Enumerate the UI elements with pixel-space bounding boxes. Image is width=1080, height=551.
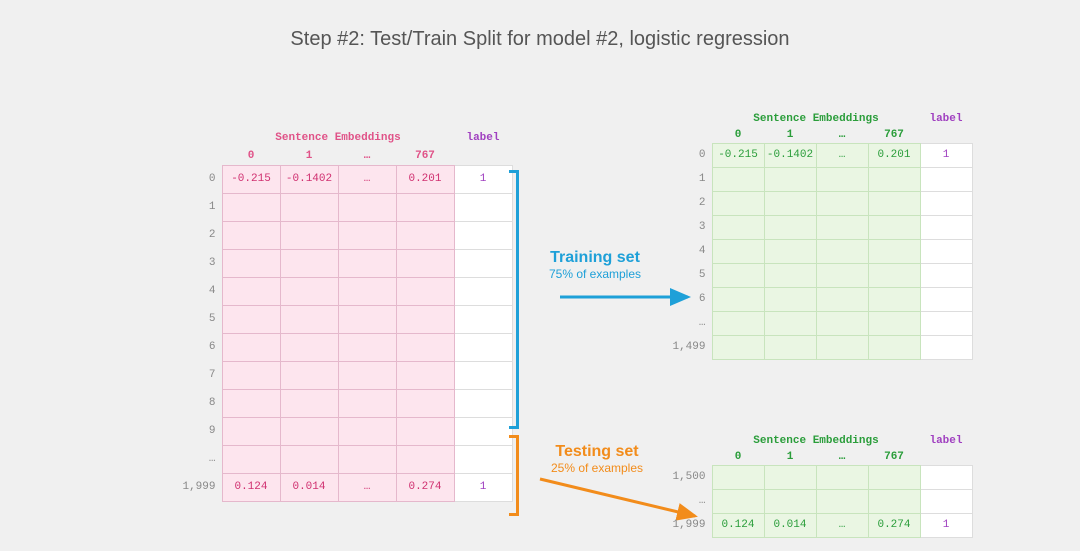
training-table: Sentence Embeddings label 0 1 … 767 0 -0… bbox=[670, 111, 973, 360]
label-header: label bbox=[920, 433, 972, 449]
testing-set-label: Testing set 25% of examples bbox=[522, 443, 672, 475]
embeddings-header: Sentence Embeddings bbox=[222, 129, 454, 147]
table-row: 2 bbox=[670, 191, 972, 215]
label-header: label bbox=[920, 111, 972, 127]
label-header: label bbox=[454, 129, 512, 147]
table-row: … bbox=[670, 489, 972, 513]
col-header: 1 bbox=[280, 147, 338, 165]
table-row: 3 bbox=[670, 215, 972, 239]
table-row: 4 bbox=[178, 277, 512, 305]
table-row: 1,999 0.124 0.014 … 0.274 1 bbox=[670, 513, 972, 537]
train-bracket-icon bbox=[509, 170, 519, 429]
table-row: 7 bbox=[178, 361, 512, 389]
table-row: 1 bbox=[178, 193, 512, 221]
table-row: 8 bbox=[178, 389, 512, 417]
table-row: 0 -0.215 -0.1402 … 0.201 1 bbox=[670, 143, 972, 167]
table-row: 1,499 bbox=[670, 335, 972, 359]
table-row: 6 bbox=[670, 287, 972, 311]
embeddings-header: Sentence Embeddings bbox=[712, 433, 920, 449]
source-table: Sentence Embeddings label 0 1 … 767 0 -0… bbox=[178, 129, 513, 502]
table-row: … bbox=[178, 445, 512, 473]
table-row: … bbox=[670, 311, 972, 335]
table-row: 4 bbox=[670, 239, 972, 263]
table-row: 5 bbox=[670, 263, 972, 287]
table-row: 9 bbox=[178, 417, 512, 445]
table-row: 1,500 bbox=[670, 465, 972, 489]
test-bracket-icon bbox=[509, 435, 519, 516]
table-row: 0 -0.215 -0.1402 … 0.201 1 bbox=[178, 165, 512, 193]
table-row: 5 bbox=[178, 305, 512, 333]
diagram-stage: Sentence Embeddings label 0 1 … 767 0 -0… bbox=[0, 51, 1080, 551]
training-set-label: Training set 75% of examples bbox=[520, 249, 670, 281]
col-header: 0 bbox=[222, 147, 280, 165]
page-title: Step #2: Test/Train Split for model #2, … bbox=[0, 0, 1080, 51]
testing-table: Sentence Embeddings label 0 1 … 767 1,50… bbox=[670, 433, 973, 538]
col-header: 767 bbox=[396, 147, 454, 165]
table-row: 1,999 0.124 0.014 … 0.274 1 bbox=[178, 473, 512, 501]
col-header: … bbox=[338, 147, 396, 165]
table-row: 2 bbox=[178, 221, 512, 249]
table-row: 6 bbox=[178, 333, 512, 361]
table-row: 1 bbox=[670, 167, 972, 191]
embeddings-header: Sentence Embeddings bbox=[712, 111, 920, 127]
table-row: 3 bbox=[178, 249, 512, 277]
